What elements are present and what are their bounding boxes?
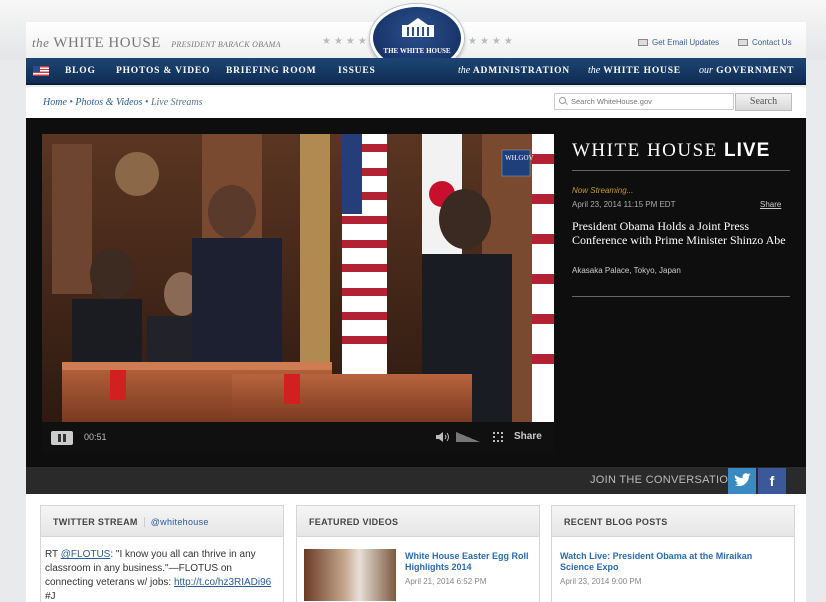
contact-us-link[interactable]: Contact Us [738, 38, 792, 47]
featured-video-date: April 21, 2014 6:52 PM [405, 577, 487, 586]
live-title-bold: LIVE [724, 140, 771, 161]
stars-left-decoration: ★★★★ [322, 36, 370, 47]
fullscreen-icon[interactable] [493, 432, 503, 442]
recent-blog-posts-title: RECENT BLOG POSTS [564, 517, 668, 527]
tweet-link[interactable]: http://t.co/hz3RIADi96 [174, 577, 271, 588]
tweet-rt: RT [45, 549, 58, 560]
american-flag-icon [33, 66, 49, 76]
twitter-stream-label: TWITTER STREAM [53, 517, 138, 527]
contact-us-label: Contact Us [752, 38, 792, 47]
now-streaming-label: Now Streaming... [572, 186, 634, 195]
box-header: TWITTER STREAM @whitehouse [41, 506, 283, 537]
breadcrumb-photos-videos[interactable]: Photos & Videos [75, 97, 142, 108]
divider [572, 170, 790, 171]
live-title-light: WHITE HOUSE [572, 140, 718, 161]
box-header: RECENT BLOG POSTS [552, 506, 794, 537]
breadcrumb-separator: • [69, 97, 73, 108]
featured-videos-title: FEATURED VIDEOS [309, 517, 399, 527]
nav-our-government[interactable]: our GOVERNMENT [699, 58, 794, 83]
featured-video-title-link[interactable]: White House Easter Egg Roll Highlights 2… [405, 551, 535, 573]
nav-the-white-house[interactable]: the WHITE HOUSE [588, 58, 681, 83]
seal-label: THE WHITE HOUSE [383, 47, 451, 55]
volume-slider[interactable] [456, 432, 480, 442]
twitter-button[interactable] [728, 468, 756, 494]
search-button[interactable]: Search [735, 93, 792, 111]
nav-wh-label: WHITE HOUSE [603, 66, 681, 76]
breadcrumb-separator: • [144, 97, 149, 108]
nav-blog[interactable]: BLOG [65, 58, 96, 83]
live-title: WHITE HOUSE LIVE [572, 140, 770, 162]
twitter-stream-title: TWITTER STREAM @whitehouse [53, 517, 209, 527]
site-subtitle: PRESIDENT BARACK OBAMA [171, 40, 281, 49]
tweet-user-link[interactable]: @FLOTUS [61, 549, 111, 560]
nav-gov-label: GOVERNMENT [716, 66, 795, 76]
featured-video-thumbnail[interactable] [304, 549, 396, 601]
blog-post-date: April 23, 2014 9:00 PM [560, 577, 642, 586]
video-still-image [42, 134, 554, 422]
nav-issues[interactable]: ISSUES [338, 58, 376, 83]
video-time: 00:51 [84, 432, 107, 442]
stars-right-decoration: ★★★★ [468, 36, 516, 47]
stream-location: Akasaka Palace, Tokyo, Japan [572, 266, 681, 275]
nav-wh-prefix: the [588, 65, 601, 76]
breadcrumb-home[interactable]: Home [43, 97, 67, 108]
nav-photos-video[interactable]: PHOTOS & VIDEO [116, 58, 210, 83]
stream-share-link[interactable]: Share [760, 200, 781, 209]
search-input[interactable] [554, 93, 734, 110]
tweet-text: RT @FLOTUS: "I know you all can thrive i… [45, 548, 281, 602]
divider [572, 296, 790, 297]
video-share-button[interactable]: Share [514, 431, 542, 442]
nav-admin-label: ADMINISTRATION [472, 66, 570, 76]
wh-gov-watermark: WH.GOV [505, 154, 534, 162]
stream-date: April 23, 2014 11:15 PM EDT [572, 200, 676, 209]
chat-icon [738, 39, 748, 46]
pause-button[interactable] [51, 431, 73, 445]
white-house-icon [402, 18, 434, 37]
video-player[interactable]: WH.GOV [42, 134, 554, 422]
twitter-bird-icon [734, 473, 751, 487]
twitter-handle-link[interactable]: @whitehouse [143, 517, 209, 527]
site-title-name: WHITE HOUSE [53, 35, 161, 51]
main-navigation: BLOG PHOTOS & VIDEO BRIEFING ROOM ISSUES… [26, 58, 806, 85]
volume-icon[interactable] [436, 432, 450, 442]
breadcrumb-current: Live Streams [150, 97, 203, 108]
envelope-icon [638, 39, 648, 46]
site-title-the: the [32, 35, 50, 50]
nav-the-administration[interactable]: the ADMINISTRATION [458, 58, 570, 83]
box-header: FEATURED VIDEOS [297, 506, 539, 537]
email-updates-label: Get Email Updates [652, 38, 720, 47]
site-title[interactable]: the WHITE HOUSE PRESIDENT BARACK OBAMA [32, 35, 281, 52]
nav-gov-prefix: our [699, 65, 713, 76]
nav-admin-prefix: the [458, 65, 471, 76]
tweet-tail: #J [45, 591, 56, 602]
join-conversation-label: JOIN THE CONVERSATION [590, 474, 737, 486]
nav-briefing-room[interactable]: BRIEFING ROOM [226, 58, 316, 83]
email-updates-link[interactable]: Get Email Updates [638, 38, 719, 47]
search-icon [559, 97, 566, 104]
blog-post-title-link[interactable]: Watch Live: President Obama at the Mirai… [560, 551, 770, 573]
breadcrumb: Home • Photos & Videos • Live Streams [43, 97, 203, 108]
stream-headline: President Obama Holds a Joint Press Conf… [572, 219, 786, 247]
facebook-button[interactable]: f [758, 468, 786, 494]
